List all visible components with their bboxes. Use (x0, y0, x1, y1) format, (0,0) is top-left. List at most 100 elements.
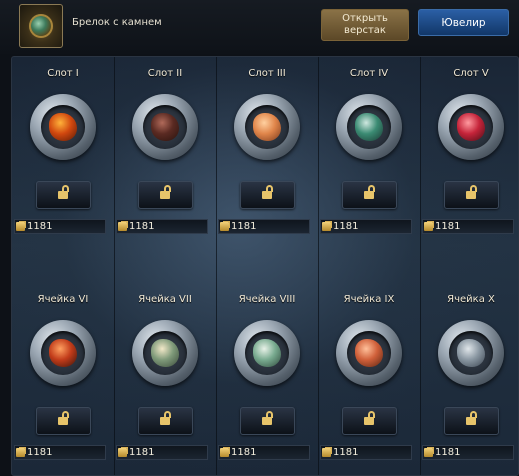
price-amount: 1181 (27, 221, 53, 232)
gem-slot: Слот I 1181 (12, 57, 114, 267)
gold-coin-icon (424, 222, 433, 231)
price-amount: 1181 (129, 221, 155, 232)
slot-label: Слот I (47, 68, 79, 79)
socket-ring[interactable] (438, 320, 504, 386)
gold-coin-icon (16, 222, 25, 231)
gem-slot: Слот V 1181 (420, 57, 518, 267)
socket-ring[interactable] (30, 94, 96, 160)
unlock-icon-body (466, 417, 476, 425)
socket-ring[interactable] (132, 320, 198, 386)
gem-icon (253, 113, 281, 141)
unlock-button[interactable] (138, 181, 193, 209)
unlock-icon-body (364, 417, 374, 425)
gold-coin-icon (220, 222, 229, 231)
socket-ring[interactable] (438, 94, 504, 160)
gold-coin-icon (118, 448, 127, 457)
slot-label: Ячейка IX (343, 294, 395, 305)
gold-coin-icon (16, 448, 25, 457)
item-name: Брелок с камнем (72, 17, 162, 28)
gem-slot: Ячейка IX 1181 (318, 283, 420, 475)
unlock-button[interactable] (36, 407, 91, 435)
price-amount: 1181 (27, 447, 53, 458)
price-amount: 1181 (129, 447, 155, 458)
unlock-icon-body (58, 417, 68, 425)
unlock-button[interactable] (138, 407, 193, 435)
unlock-icon-body (262, 417, 272, 425)
socket-inner (245, 331, 289, 375)
socket-inner (143, 105, 187, 149)
unlock-button[interactable] (36, 181, 91, 209)
gem-slot: Ячейка VIII 1181 (216, 283, 318, 475)
gem-icon (49, 339, 77, 367)
socket-ring[interactable] (132, 94, 198, 160)
unlock-button[interactable] (342, 407, 397, 435)
gold-coin-icon (118, 222, 127, 231)
gem-slot: Ячейка VI 1181 (12, 283, 114, 475)
slot-label: Слот IV (349, 68, 389, 79)
slot-label: Слот V (453, 68, 489, 79)
socket-inner (347, 105, 391, 149)
unlock-icon-body (160, 191, 170, 199)
slot-label: Ячейка VIII (238, 294, 296, 305)
price-amount: 1181 (231, 447, 257, 458)
price-field: 1181 (422, 219, 514, 234)
price-amount: 1181 (333, 221, 359, 232)
socket-ring[interactable] (234, 320, 300, 386)
price-amount: 1181 (231, 221, 257, 232)
price-field: 1181 (14, 445, 106, 460)
price-field: 1181 (14, 219, 106, 234)
socket-ring[interactable] (336, 94, 402, 160)
socket-ring[interactable] (336, 320, 402, 386)
gem-icon (151, 339, 179, 367)
price-amount: 1181 (333, 447, 359, 458)
amulet-icon (29, 14, 53, 38)
gold-coin-icon (322, 222, 331, 231)
unlock-button[interactable] (444, 181, 499, 209)
price-field: 1181 (116, 219, 208, 234)
socket-inner (245, 105, 289, 149)
gem-slot: Слот II 1181 (114, 57, 216, 267)
gem-icon (253, 339, 281, 367)
gem-icon (355, 113, 383, 141)
gem-slot: Ячейка VII 1181 (114, 283, 216, 475)
gem-icon (151, 113, 179, 141)
slot-label: Ячейка VII (138, 294, 192, 305)
item-header: Брелок с камнем Открыть верстак Ювелир (0, 0, 519, 54)
open-workbench-button[interactable]: Открыть верстак (321, 9, 409, 41)
jeweler-button[interactable]: Ювелир (418, 9, 509, 36)
unlock-button[interactable] (444, 407, 499, 435)
slot-label: Слот II (147, 68, 183, 79)
unlock-icon-body (160, 417, 170, 425)
socket-inner (41, 105, 85, 149)
socket-ring[interactable] (234, 94, 300, 160)
gem-icon (457, 113, 485, 141)
unlock-icon-body (58, 191, 68, 199)
gem-icon (49, 113, 77, 141)
price-amount: 1181 (435, 447, 461, 458)
unlock-button[interactable] (342, 181, 397, 209)
unlock-icon-body (262, 191, 272, 199)
socket-inner (449, 331, 493, 375)
price-field: 1181 (116, 445, 208, 460)
price-field: 1181 (320, 219, 412, 234)
socket-ring[interactable] (30, 320, 96, 386)
slot-label: Ячейка X (447, 294, 495, 305)
gold-coin-icon (322, 448, 331, 457)
unlock-button[interactable] (240, 181, 295, 209)
socket-inner (347, 331, 391, 375)
gem-slot: Слот IV 1181 (318, 57, 420, 267)
price-field: 1181 (422, 445, 514, 460)
gem-icon (355, 339, 383, 367)
unlock-button[interactable] (240, 407, 295, 435)
price-field: 1181 (320, 445, 412, 460)
unlock-icon-body (364, 191, 374, 199)
socket-inner (449, 105, 493, 149)
gold-coin-icon (424, 448, 433, 457)
price-amount: 1181 (435, 221, 461, 232)
item-thumbnail[interactable] (19, 4, 63, 48)
price-field: 1181 (218, 219, 310, 234)
gold-coin-icon (220, 448, 229, 457)
socket-inner (143, 331, 187, 375)
socket-inner (41, 331, 85, 375)
slot-label: Слот III (248, 68, 286, 79)
